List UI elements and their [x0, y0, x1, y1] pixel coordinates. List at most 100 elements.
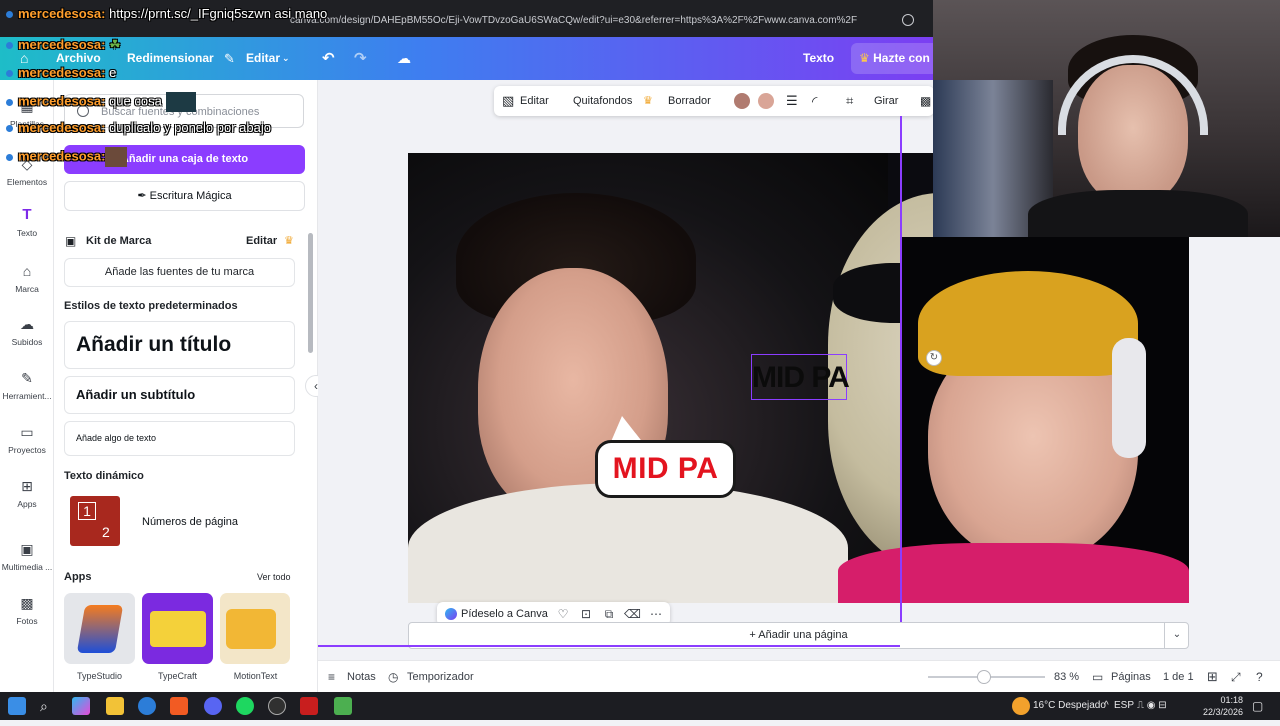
rotate-handle-icon[interactable]: ↻ — [926, 350, 942, 366]
image-context-toolbar: ▧ Editar Quitafondos ♛ Borrador ☰ ◜ ⌗ Gi… — [494, 86, 934, 116]
chat-username: mercedesosa: — [18, 37, 106, 52]
color-swatch-1[interactable] — [734, 93, 750, 109]
spotify-icon[interactable] — [236, 697, 254, 715]
transparency-icon[interactable]: ▩ — [920, 86, 931, 116]
girar-button[interactable]: Girar — [874, 86, 898, 116]
chat-badge-icon — [6, 98, 13, 106]
rail-item-subidos[interactable]: ☁ Subidos — [0, 316, 54, 347]
chat-message: mercedesosa: — [6, 147, 128, 167]
see-all-link[interactable]: Ver todo — [257, 572, 291, 582]
rail-item-marca[interactable]: ⌂ Marca — [0, 263, 54, 294]
brand-kit-edit-link[interactable]: Editar — [246, 235, 277, 247]
app-tile-motiontext[interactable] — [220, 593, 290, 664]
rail-item-apps[interactable]: ⊞ Apps — [0, 478, 54, 509]
rail-item-texto[interactable]: T Texto — [0, 207, 54, 239]
editar-mode-button[interactable]: Editar — [246, 37, 280, 80]
obs-icon[interactable] — [268, 697, 286, 715]
rail-label: Fotos — [16, 616, 38, 626]
pages-icon: ▭ — [1092, 670, 1104, 684]
temporizador-button[interactable]: Temporizador — [407, 661, 474, 693]
notification-icon[interactable]: ▢ — [1252, 692, 1263, 720]
chat-username: mercedesosa: — [18, 120, 106, 135]
windows-taskbar: ⌕ 16°C Despejado ^ ESP ⎍ ◉ ⊟ 01:18 22/3/… — [0, 692, 1280, 720]
copilot-icon[interactable] — [72, 697, 90, 715]
edit-image-icon: ▧ — [502, 93, 515, 108]
magic-write-button[interactable]: ✒ Escritura Mágica — [64, 181, 305, 211]
app-tile-typecraft[interactable] — [142, 593, 213, 664]
tools-icon: ✎ — [21, 370, 33, 386]
quitafondos-button[interactable]: Quitafondos — [573, 86, 632, 116]
rail-item-proyectos[interactable]: ▭ Proyectos — [0, 424, 54, 455]
panel-scrollbar[interactable] — [308, 233, 313, 353]
brave-icon[interactable] — [170, 697, 188, 715]
redo-icon[interactable]: ↷ — [354, 37, 367, 80]
chat-message: mercedesosa: duplicalo y ponelo por abaj… — [6, 120, 271, 135]
chat-username: mercedesosa: — [18, 93, 106, 109]
app-name-typestudio: TypeStudio — [76, 671, 123, 681]
zoom-icon[interactable] — [902, 14, 914, 26]
chevron-down-icon[interactable]: ⌄ — [282, 37, 290, 80]
file-explorer-icon[interactable] — [106, 697, 124, 715]
rail-label: Elementos — [6, 177, 48, 187]
design-type-label[interactable]: Texto — [803, 37, 834, 80]
chat-text: https://prnt.sc/_IFgniq5szwn asi mano — [105, 6, 328, 21]
selected-text-element[interactable]: MID PA — [751, 354, 850, 400]
color-swatch-2[interactable] — [758, 93, 774, 109]
brand-fonts-button[interactable]: Añade las fuentes de tu marca — [64, 258, 295, 287]
chat-username: mercedesosa: — [18, 65, 106, 80]
rail-label: Proyectos — [8, 445, 46, 455]
rail-item-fotos[interactable]: ▩ Fotos — [0, 595, 54, 626]
app-name-typecraft: TypeCraft — [157, 671, 197, 681]
rail-label: Subidos — [11, 337, 43, 347]
upload-icon: ☁ — [20, 316, 34, 332]
app-tile-typestudio[interactable] — [64, 593, 135, 664]
corner-rounding-icon[interactable]: ◜ — [812, 86, 817, 116]
streaming-app-icon[interactable] — [300, 697, 318, 715]
thumb-number-2: 2 — [102, 524, 110, 540]
notas-button[interactable]: Notas — [347, 661, 376, 693]
emote-frog-icon: ☘ — [105, 37, 121, 52]
upgrade-button[interactable]: ♛ Hazte con tu — [851, 43, 941, 74]
page-numbers-button[interactable]: 1 2 Números de página — [64, 491, 295, 555]
typecraft-logo — [150, 611, 206, 647]
language-indicator[interactable]: ESP — [1114, 692, 1134, 720]
discord-icon[interactable] — [204, 697, 222, 715]
add-body-text-button[interactable]: Añade algo de texto — [64, 421, 295, 456]
rail-label: Apps — [17, 499, 37, 509]
status-bar: ≡ Notas ◷ Temporizador 83 % ▭ Páginas 1 … — [318, 660, 1280, 692]
windows-start-icon[interactable] — [8, 697, 26, 715]
line-weight-icon[interactable]: ☰ — [786, 86, 798, 116]
chevron-down-icon[interactable]: ⌄ — [1164, 622, 1189, 649]
webcam-overlay — [933, 0, 1280, 237]
redimensionar-button[interactable]: Redimensionar — [127, 37, 214, 80]
clock-date[interactable]: 22/3/2026 — [1192, 698, 1243, 726]
tray-icons[interactable]: ⎍ ◉ ⊟ — [1137, 692, 1167, 720]
edge-icon[interactable] — [138, 697, 156, 715]
weather-text[interactable]: 16°C Despejado — [1033, 692, 1106, 720]
borrador-button[interactable]: Borrador — [668, 86, 711, 116]
rail-item-herramientas[interactable]: ✎ Herramient... — [0, 370, 54, 401]
speech-bubble-text[interactable]: MID PA — [595, 440, 736, 498]
tray-chevron-up-icon[interactable]: ^ — [1104, 692, 1109, 720]
add-subtitle-button[interactable]: Añadir un subtítulo — [64, 376, 295, 414]
brand-kit-title: Kit de Marca — [86, 235, 152, 247]
help-icon[interactable]: ? — [1256, 661, 1263, 693]
app-icon[interactable] — [334, 697, 352, 715]
paginas-button[interactable]: Páginas — [1111, 661, 1151, 693]
zoom-level[interactable]: 83 % — [1054, 661, 1079, 693]
chat-badge-icon — [6, 153, 13, 161]
weather-icon[interactable] — [1012, 697, 1030, 715]
search-icon[interactable]: ⌕ — [40, 692, 48, 720]
alignment-guide — [900, 116, 902, 646]
chat-emote-image — [105, 147, 128, 167]
cloud-save-icon[interactable]: ☁ — [397, 37, 411, 80]
add-title-button[interactable]: Añadir un título — [64, 321, 295, 369]
crop-icon[interactable]: ⌗ — [846, 86, 853, 116]
undo-icon[interactable]: ↶ — [322, 37, 335, 80]
url-field[interactable]: canva.com/design/DAHEpBM55Oc/Eji-VowTDvz… — [290, 11, 930, 31]
rail-item-multimedia[interactable]: ▣ Multimedia ... — [0, 541, 54, 572]
photo-headphone — [1112, 338, 1146, 458]
editar-image-button[interactable]: Editar — [520, 86, 549, 116]
canva-ai-icon — [445, 608, 457, 620]
rail-label: Multimedia ... — [1, 562, 53, 572]
